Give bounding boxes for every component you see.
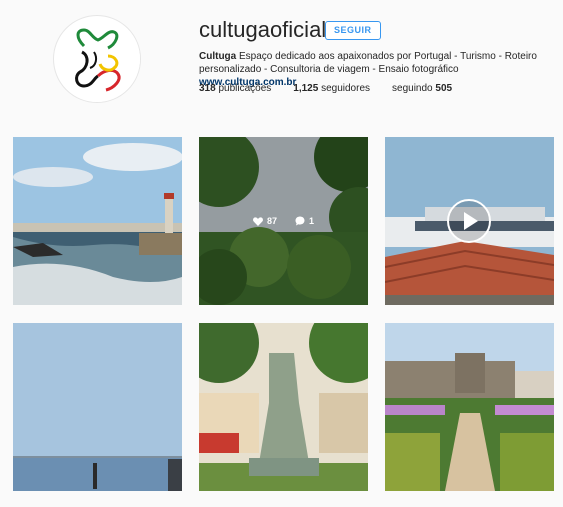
comments-indicator: 1	[295, 216, 314, 226]
likes-count: 87	[266, 216, 277, 226]
post-thumbnail-statue-square[interactable]	[199, 323, 368, 491]
cultuga-logo	[55, 17, 140, 102]
following-stat[interactable]: seguindo 505	[392, 83, 452, 94]
play-icon	[464, 212, 478, 230]
followers-label: seguidores	[318, 83, 371, 94]
profile-header: cultugaoficial SEGUIR Cultuga Espaço ded…	[0, 0, 563, 120]
post-thumbnail-coast-lighthouse[interactable]	[13, 137, 182, 305]
followers-stat[interactable]: 1,125 seguidores	[293, 83, 370, 94]
posts-label: publicações	[215, 83, 272, 94]
heart-icon	[253, 216, 263, 226]
profile-avatar[interactable]	[53, 15, 141, 103]
post-thumbnail-forest-view[interactable]: 87 1	[199, 137, 368, 305]
posts-count: 318	[199, 83, 216, 94]
follow-button[interactable]: SEGUIR	[325, 21, 381, 40]
post-thumbnail-cruise-ship-video[interactable]	[385, 137, 554, 305]
bio-name: Cultuga	[199, 51, 237, 62]
posts-stat[interactable]: 318 publicações	[199, 83, 271, 94]
bio-text: Espaço dedicado aos apaixonados por Port…	[199, 51, 537, 75]
post-thumbnail-palace-garden[interactable]	[385, 323, 554, 491]
following-label: seguindo	[392, 83, 436, 94]
following-count: 505	[435, 83, 453, 94]
profile-stats: 318 publicações 1,125 seguidores seguind…	[199, 83, 452, 94]
profile-username: cultugaoficial	[199, 17, 327, 42]
followers-count: 1,125	[293, 83, 319, 94]
post-thumbnail-river-horizon[interactable]	[13, 323, 182, 491]
comments-count: 1	[309, 216, 315, 226]
comment-icon	[295, 216, 305, 226]
video-play-button[interactable]	[447, 199, 491, 243]
post-hover-overlay: 87 1	[199, 137, 368, 305]
likes-indicator: 87	[253, 216, 277, 226]
